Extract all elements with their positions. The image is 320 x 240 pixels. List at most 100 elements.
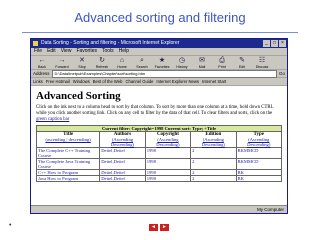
edit-button[interactable]: ✎ Edit [233,57,251,69]
toolbar-button-label: Print [218,65,226,69]
go-button[interactable]: Go [279,71,285,76]
column-header: Copyright (Ascending Descending) [144,131,192,149]
browser-window: Data Sorting - Sorting and filtering - M… [30,38,288,214]
column-header: Authors (Ascending Descending) [99,131,146,149]
cell-authors[interactable]: Deitel,Deitel [99,158,146,171]
cell-copyright[interactable]: 1998 [144,147,192,160]
discuss-button[interactable]: ☷ Discuss [253,57,271,69]
toolbar-button-label: History [176,65,188,69]
menu-help[interactable]: Help [119,48,129,55]
toolbar-button-label: Back [38,65,46,69]
toolbar-button-label: Discuss [255,65,269,69]
history-button[interactable]: ◷ History [173,57,191,69]
search-icon: ⌕ [140,57,144,64]
table-header-row: Title (ascending | descending) Authors (Asc… [35,131,283,149]
back-arrow-icon: ← [38,57,46,64]
window-titlebar: Data Sorting - Sorting and filtering - M… [31,39,287,48]
link-channel-guide[interactable]: Channel Guide [125,78,153,85]
stop-icon: ✕ [79,57,85,64]
refresh-button[interactable]: ↻ Refresh [93,57,111,69]
cell-type[interactable]: BKMMCD [235,147,283,160]
slide-title: Advanced sorting and filtering [74,10,246,25]
discuss-icon: ☷ [258,57,266,64]
sort-link[interactable]: (Ascending Descending) [101,137,143,147]
links-label: Links [33,79,43,84]
menu-bar: File Edit View Favorites Tools Help [31,48,287,56]
cell-authors[interactable]: Deitel,Deitel [99,175,146,183]
slide-nav: ◄ ► [149,224,169,231]
search-button[interactable]: ⌕ Search [133,57,151,69]
slide-bullet: • [9,222,12,229]
link-best-of-web[interactable]: Best of the Web [93,78,123,85]
menu-view[interactable]: View [61,48,72,55]
sort-link[interactable]: (Ascending Descending) [147,137,189,147]
sort-link[interactable]: (Ascending Descending) [238,137,280,147]
sort-link[interactable]: (Ascending Descending) [192,137,234,147]
links-bar: Links Free Hotmail Windows Best of the W… [31,78,287,86]
prev-slide-button[interactable]: ◄ [149,224,158,231]
cell-edition[interactable]: 2 [190,147,237,160]
status-bar: My Computer [31,205,287,213]
page-content: Advanced Sorting Click on the ink next t… [31,86,287,206]
cell-copyright[interactable]: 1998 [144,175,192,183]
maximize-button[interactable]: □ [271,40,278,47]
page-heading: Advanced Sorting [36,90,121,102]
link-windows[interactable]: Windows [73,78,90,85]
favorites-button[interactable]: ★ Favorites [153,57,171,69]
address-bar: Address D:\Data\Inetpub\Examples\Chapter… [31,69,287,78]
menu-tools[interactable]: Tools [102,48,114,55]
table-row: Java How to Program Deitel,Deitel 1998 2 BK [35,175,283,183]
cell-authors[interactable]: Deitel,Deitel [99,147,146,160]
home-button[interactable]: ⌂ Home [113,57,131,69]
menu-edit[interactable]: Edit [47,48,56,55]
print-button[interactable]: ⎙ Print [213,57,231,69]
link-internet-start[interactable]: Internet Start [202,78,226,85]
link-free-hotmail[interactable]: Free Hotmail [46,78,70,85]
cell-title[interactable]: The Complete Java Training Course [35,158,101,171]
address-label: Address [33,71,50,76]
address-input[interactable]: D:\Data\Inetpub\Examples\Chapter\sort\so… [51,69,277,78]
description-text: Click on the ink next to a column head t… [36,105,274,116]
minimize-button[interactable]: _ [263,40,270,47]
column-header: Title (ascending | descending) [35,131,101,149]
next-slide-button[interactable]: ► [160,224,169,231]
back-button[interactable]: ← Back [33,57,51,69]
refresh-icon: ↻ [99,57,105,64]
edit-icon: ✎ [239,57,245,64]
link-ie-news[interactable]: Internet Explorer News [156,78,199,85]
books-table: Current filter: Copyright=1998 Current s… [35,125,283,183]
page-description: Click on the ink next to a column head t… [36,105,282,122]
window-title: Data Sorting - Sorting and filtering - M… [41,40,180,46]
close-button[interactable]: × [279,40,286,47]
cell-type[interactable]: BK [235,175,283,183]
green-caption-link[interactable]: green caption bar [36,117,69,122]
title-divider [22,32,298,33]
toolbar-button-label: Forward [55,65,69,69]
sort-link[interactable]: (ascending | descending) [38,137,98,142]
toolbar-button-label: Home [117,65,127,69]
toolbar-button-label: Edit [238,65,246,69]
toolbar-button-label: Search [136,65,148,69]
toolbar-button-label: Mail [198,65,206,69]
cell-title[interactable]: The Complete C++ Training Course [35,147,101,160]
ie-app-icon [33,41,38,46]
cell-edition[interactable]: 2 [190,158,237,171]
toolbar: ← Back → Forward ✕ Stop ↻ Refresh ⌂ Home ⌕ Search ★ F… [31,56,287,70]
print-icon: ⎙ [219,57,225,64]
cell-edition[interactable]: 2 [190,175,237,183]
cell-type[interactable]: BKMMCD [235,158,283,171]
menu-file[interactable]: File [34,48,42,55]
mail-button[interactable]: ✉ Mail [193,57,211,69]
toolbar-button-label: Favorites [154,65,170,69]
status-zone: My Computer [256,207,284,212]
column-header: Type (Ascending Descending) [235,131,283,149]
forward-button[interactable]: → Forward [53,57,71,69]
mail-icon: ✉ [199,57,205,64]
cell-title[interactable]: Java How to Program [35,175,101,183]
menu-favorites[interactable]: Favorites [76,48,97,55]
stop-button[interactable]: ✕ Stop [73,57,91,69]
column-header: Edition (Ascending Descending) [190,131,237,149]
favorites-icon: ★ [158,57,166,64]
cell-copyright[interactable]: 1998 [144,158,192,171]
forward-arrow-icon: → [58,57,66,64]
